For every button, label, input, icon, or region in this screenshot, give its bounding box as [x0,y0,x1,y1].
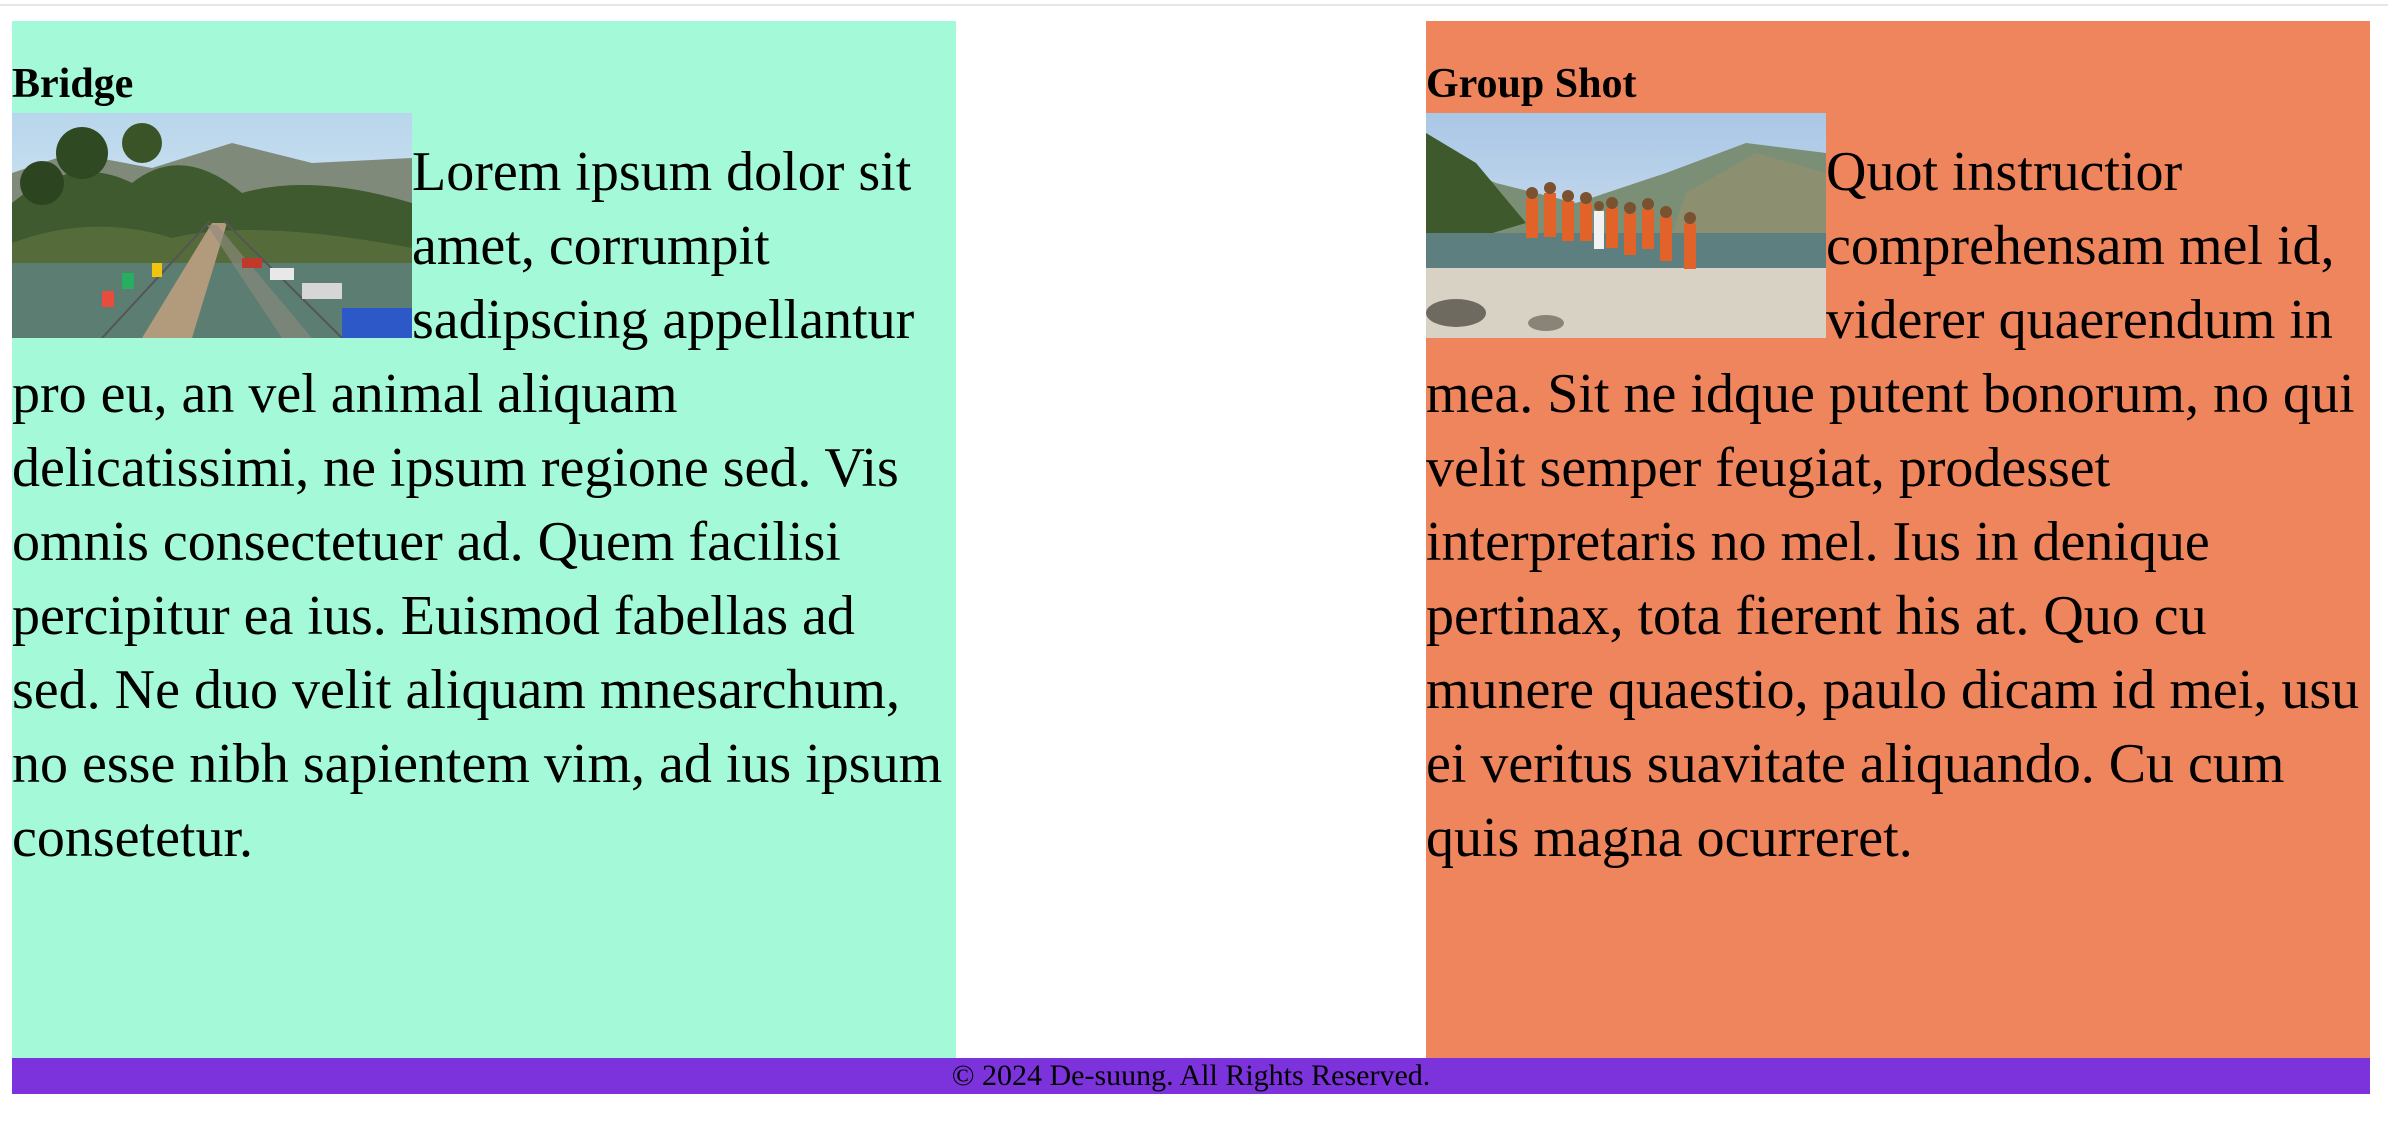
card-body: Quot instructior comprehensam mel id, vi… [1426,113,2370,875]
group-photo [1426,113,1826,338]
bridge-photo [12,113,412,338]
card-bridge: Bridge Lorem ipsum dolor sit amet, corru… [12,21,956,1059]
card-title: Bridge [12,61,134,107]
content-area: Bridge Lorem ipsum dolor sit amet, corru… [12,21,2370,1059]
card-title: Group Shot [1426,61,1637,107]
page-footer: © 2024 De-suung. All Rights Reserved. [12,1058,2370,1094]
card-body: Lorem ipsum dolor sit amet, corrumpit sa… [12,113,956,875]
top-divider [0,0,2388,6]
copyright-text: © 2024 De-suung. All Rights Reserved. [951,1059,1431,1092]
card-group-shot: Group Shot Quot instructior comprehensam… [1426,21,2370,1059]
